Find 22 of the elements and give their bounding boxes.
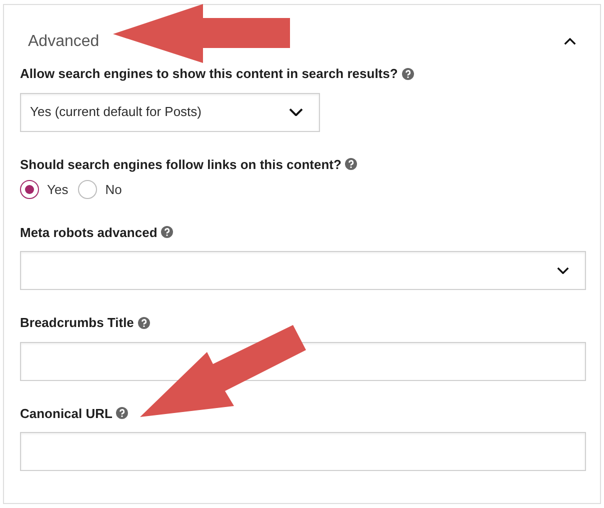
radio-button[interactable]: [78, 180, 98, 200]
help-icon[interactable]: [116, 407, 128, 420]
help-icon[interactable]: [402, 68, 414, 80]
radio-button[interactable]: [20, 180, 39, 200]
select-value: Yes (current default for Posts): [30, 103, 202, 122]
section-title: Advanced: [28, 32, 100, 52]
chevron-down-icon: [557, 266, 569, 274]
field-label: Meta robots advanced: [20, 224, 158, 242]
text-field[interactable]: [20, 432, 586, 471]
chevron-up-icon: [564, 38, 576, 46]
select-field[interactable]: Yes (current default for Posts): [20, 92, 320, 132]
help-icon[interactable]: [161, 226, 174, 238]
field-label: Should search engines follow links on this content?: [20, 156, 342, 174]
chevron-down-icon: [289, 108, 303, 116]
help-icon[interactable]: [345, 158, 358, 170]
field-label: Breadcrumbs Title: [20, 314, 134, 332]
radio-label: No: [105, 181, 122, 199]
field-label: Allow search engines to show this content in search results?: [20, 65, 398, 83]
select-field[interactable]: [20, 251, 586, 290]
help-icon[interactable]: [138, 316, 150, 329]
radio-label: Yes: [47, 181, 68, 199]
field-label: Canonical URL: [20, 404, 112, 422]
